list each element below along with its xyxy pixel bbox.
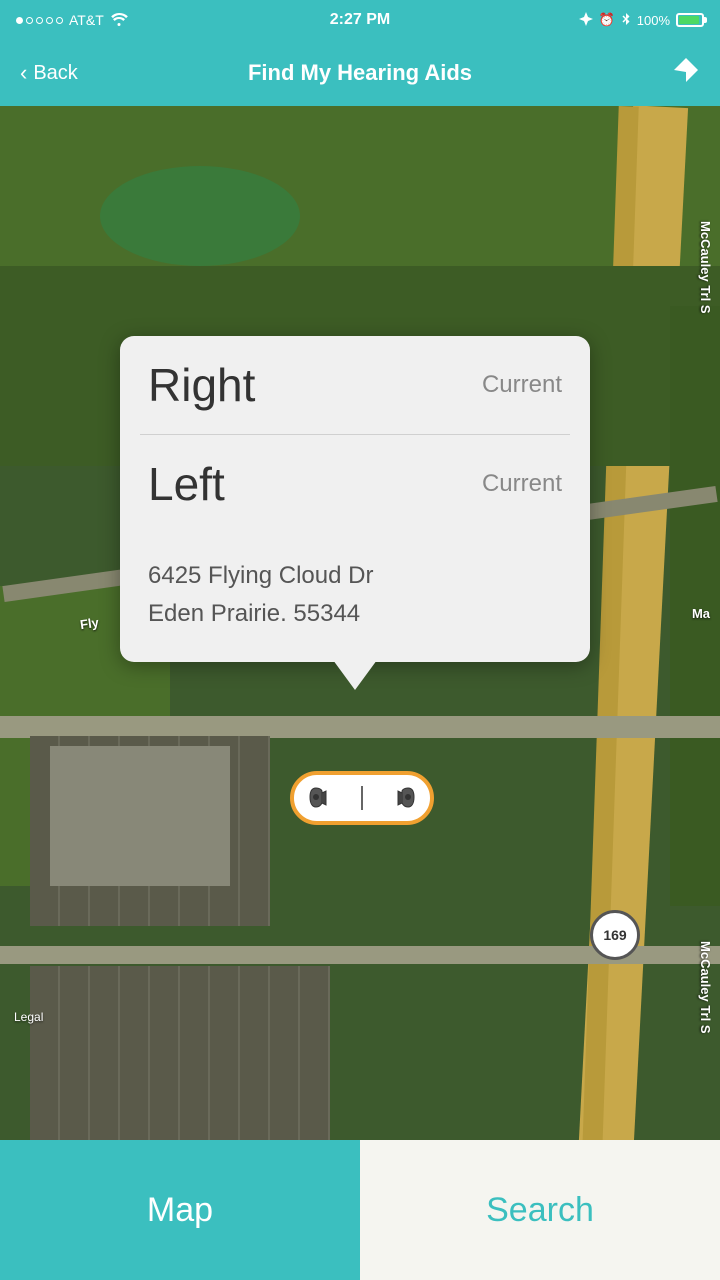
wifi-icon <box>110 12 128 29</box>
legal-text: Legal <box>14 1010 43 1024</box>
dot-2 <box>26 17 33 24</box>
map-building-1 <box>50 746 230 886</box>
carrier-label: AT&T <box>69 12 104 28</box>
tab-map-label: Map <box>147 1191 213 1230</box>
road-label-mccauley-top: McCauley Trl S <box>698 221 713 313</box>
tab-search[interactable]: Search <box>360 1140 720 1280</box>
nav-title: Find My Hearing Aids <box>248 60 472 86</box>
dot-5 <box>56 17 63 24</box>
road-label-ma: Ma <box>692 606 710 621</box>
bluetooth-icon <box>621 12 631 29</box>
hearing-aid-callout: Right Current Left Current 6425 Flying C… <box>120 336 590 662</box>
status-left: AT&T <box>16 12 128 29</box>
map-pin[interactable] <box>290 771 434 825</box>
signal-strength <box>16 17 63 24</box>
road-label-mccauley-bottom: McCauley Trl S <box>698 941 713 1033</box>
callout-address: 6425 Flying Cloud Dr Eden Prairie. 55344 <box>120 533 590 662</box>
left-hearing-aid-icon <box>308 783 353 813</box>
back-chevron-icon: ‹ <box>20 60 27 86</box>
map-green-top <box>0 106 720 266</box>
dot-4 <box>46 17 53 24</box>
map-road-h1 <box>0 716 720 738</box>
status-bar: AT&T 2:27 PM ⏰ 100% <box>0 0 720 40</box>
tab-bar: Map Search <box>0 1140 720 1280</box>
callout-left-label: Left <box>148 457 225 511</box>
callout-address-line1: 6425 Flying Cloud Dr <box>148 557 562 595</box>
nav-bar: ‹ Back Find My Hearing Aids <box>0 40 720 106</box>
hearing-aid-badge <box>290 771 434 825</box>
battery-icon <box>676 13 704 27</box>
tab-map[interactable]: Map <box>0 1140 360 1280</box>
battery-percent: 100% <box>637 13 670 28</box>
callout-right-row[interactable]: Right Current <box>120 336 590 434</box>
callout-right-status: Current <box>482 371 562 399</box>
tab-search-label: Search <box>486 1191 594 1230</box>
location-active-icon <box>579 12 593 29</box>
badge-divider <box>361 786 363 810</box>
back-label: Back <box>33 62 77 85</box>
callout-right-label: Right <box>148 358 255 412</box>
map-pond <box>100 166 300 266</box>
status-right: ⏰ 100% <box>579 12 704 29</box>
map-container[interactable]: McCauley Trl S McCauley Trl S Fly Ma 169… <box>0 106 720 1180</box>
road-label-fly: Fly <box>79 615 100 632</box>
callout-left-row[interactable]: Left Current <box>120 435 590 533</box>
callout-left-status: Current <box>482 470 562 498</box>
callout-tail <box>333 660 377 690</box>
right-hearing-aid-icon <box>371 783 416 813</box>
back-button[interactable]: ‹ Back <box>20 60 78 86</box>
location-button[interactable] <box>672 56 700 91</box>
callout-address-line2: Eden Prairie. 55344 <box>148 595 562 633</box>
dot-3 <box>36 17 43 24</box>
dot-1 <box>16 17 23 24</box>
alarm-icon: ⏰ <box>599 12 615 28</box>
highway-sign-169: 169 <box>590 910 640 960</box>
status-time: 2:27 PM <box>330 11 390 29</box>
